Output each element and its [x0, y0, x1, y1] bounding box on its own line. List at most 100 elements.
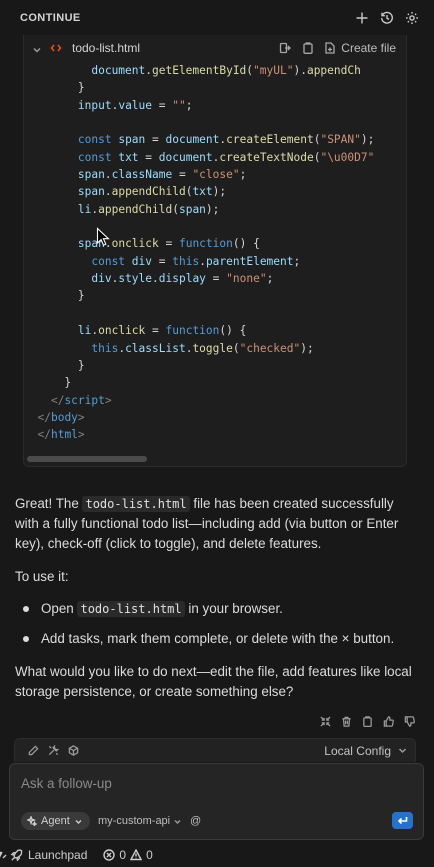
input-toolbar: Local Config: [14, 738, 416, 762]
code-token: =: [145, 324, 166, 338]
code-token: "\u00D7": [320, 150, 375, 164]
code-token: display: [158, 272, 206, 286]
settings-button[interactable]: [400, 6, 424, 30]
send-button[interactable]: [392, 812, 413, 829]
code-token: "SPAN": [320, 133, 361, 147]
chat-input[interactable]: Ask a follow-up Agent my-custom-api @: [9, 763, 424, 840]
code-token: () {: [232, 237, 260, 251]
rules-button[interactable]: [23, 741, 43, 761]
model-selector[interactable]: my-custom-api: [98, 812, 181, 830]
code-token: =: [152, 98, 173, 112]
thumbs-down-icon: [404, 715, 415, 727]
code-token: appendCh: [306, 64, 361, 77]
code-token: }: [24, 289, 85, 303]
gear-icon: [406, 12, 418, 24]
code-token: li: [77, 202, 92, 216]
thumbs-up-button[interactable]: [378, 712, 399, 730]
code-line: </html>: [24, 426, 406, 443]
code-token: "close": [192, 168, 240, 182]
code-line: span.className = "close";: [24, 166, 406, 183]
panel-header: CONTINUE: [0, 0, 434, 36]
code-token: "none": [226, 272, 267, 286]
code-token: );: [360, 133, 375, 147]
config-selector[interactable]: Local Config: [324, 744, 407, 758]
remote-indicator[interactable]: [0, 843, 8, 867]
message-to-use: To use it:: [15, 569, 69, 584]
code-token: >: [77, 428, 85, 442]
code-token: html: [50, 428, 78, 442]
code-token: }: [24, 376, 72, 390]
code-token: () {: [219, 324, 247, 338]
thumbs-up-icon: [383, 715, 394, 727]
code-token: this: [172, 254, 200, 268]
code-token: classList: [125, 341, 186, 355]
mode-selector[interactable]: Agent: [21, 812, 90, 830]
code-line: span.appendChild(txt);: [24, 183, 406, 200]
bullet-text: Open: [41, 601, 78, 616]
code-token: script: [64, 393, 105, 407]
code-token: createElement: [226, 133, 314, 147]
compress-icon: [320, 715, 331, 727]
apply-button[interactable]: [275, 38, 295, 58]
code-token: ).: [293, 64, 307, 77]
code-token: >: [77, 410, 85, 424]
code-token: parentElement: [205, 254, 294, 268]
thumbs-down-button[interactable]: [399, 712, 420, 730]
create-file-button[interactable]: Create file: [324, 41, 396, 55]
list-item: Open todo-list.html in your browser.: [41, 599, 421, 619]
clipboard-icon: [303, 41, 313, 54]
code-token: const: [77, 133, 112, 147]
cube-icon: [68, 745, 78, 756]
panel-title: CONTINUE: [20, 12, 81, 24]
bullet-text-rest: in your browser.: [184, 601, 283, 616]
context-button[interactable]: [63, 741, 83, 761]
apply-icon: [280, 42, 292, 53]
list-item: Add tasks, mark them complete, or delete…: [41, 631, 395, 646]
delete-message-button[interactable]: [336, 712, 357, 730]
code-line: }: [24, 287, 406, 304]
launchpad-button[interactable]: Launchpad: [10, 843, 87, 867]
collapse-button[interactable]: [32, 42, 44, 54]
pencil-icon: [28, 745, 39, 756]
problems-indicator[interactable]: 0 0: [103, 843, 153, 867]
history-button[interactable]: [375, 6, 399, 30]
code-token: );: [212, 185, 227, 199]
copy-button[interactable]: [298, 38, 318, 58]
code-block: todo-list.html Create file document.getE…: [23, 35, 407, 467]
copy-message-button[interactable]: [357, 712, 378, 730]
code-token: "myUL": [253, 64, 294, 77]
chevron-down-icon: [398, 748, 407, 754]
code-token: span: [77, 185, 105, 199]
tools-button[interactable]: [43, 741, 63, 761]
code-token: "": [172, 98, 186, 112]
code-line: }: [24, 79, 406, 96]
generate-rule-button[interactable]: [315, 712, 336, 730]
inline-code-filename: todo-list.html: [77, 601, 185, 617]
mention-button[interactable]: @: [190, 812, 201, 830]
code-token: ;: [185, 98, 193, 112]
code-token: this: [91, 341, 119, 355]
horizontal-scrollbar[interactable]: [27, 456, 147, 462]
error-icon: [103, 849, 116, 861]
model-label: my-custom-api: [98, 815, 171, 827]
code-line: </script>: [24, 392, 406, 409]
code-token: >: [104, 393, 112, 407]
code-token: "checked": [239, 341, 301, 355]
code-line: document.getElementById("myUL").appendCh: [24, 62, 406, 79]
code-token: .: [199, 254, 206, 268]
warning-icon: [130, 849, 143, 861]
message-actions: [315, 712, 420, 730]
code-token: span: [178, 202, 206, 216]
code-token: .: [145, 64, 152, 77]
code-token: }: [24, 358, 85, 372]
new-session-button[interactable]: [350, 6, 374, 30]
code-token: </: [50, 393, 65, 407]
code-block-header: todo-list.html Create file: [24, 35, 406, 60]
code-token: }: [24, 81, 85, 95]
